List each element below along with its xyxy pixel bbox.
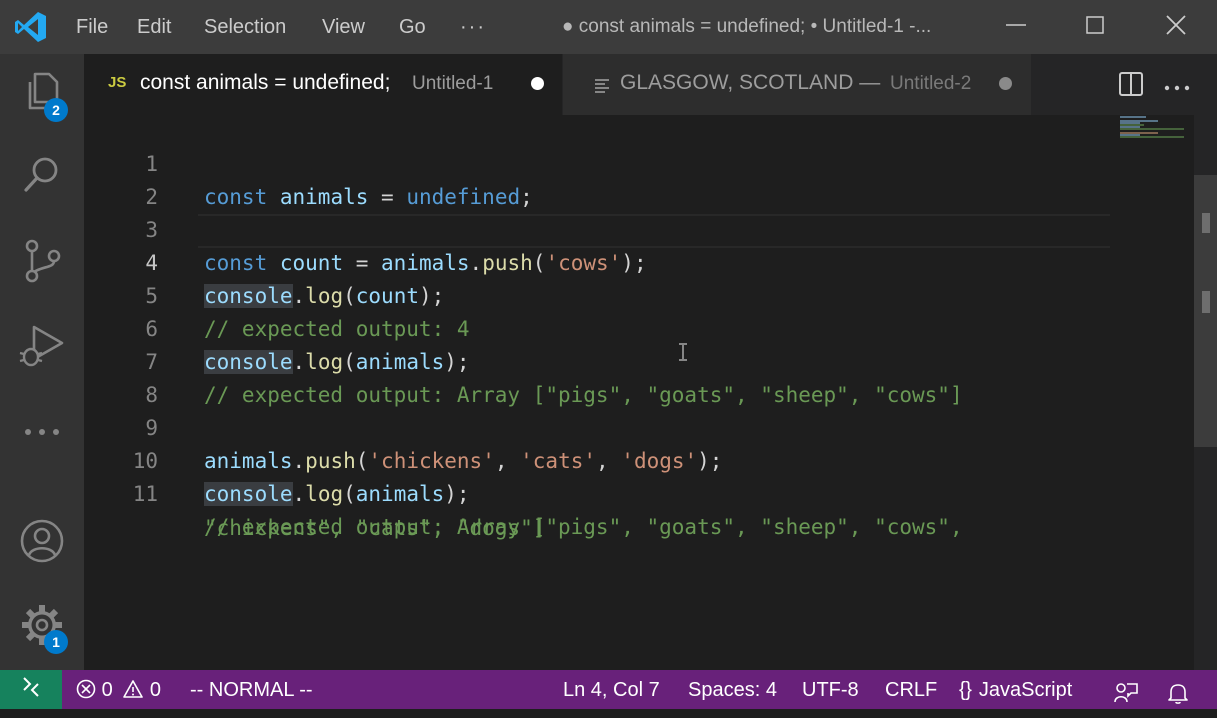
problems-button[interactable]: 0 0 [76,670,161,709]
menu-selection[interactable]: Selection [204,0,286,54]
code-line: 7 // expected output: Array ["pigs", "go… [84,313,1114,407]
tab-description: Untitled-1 [412,73,494,94]
code-editor[interactable]: 1 const animals = undefined; 2 3 const c… [84,115,1217,670]
code-line-current: 4 console.log(count); [84,214,1114,308]
explorer-badge: 2 [44,98,68,122]
close-window-button[interactable] [1146,0,1206,54]
unsaved-dot-icon[interactable] [531,77,544,90]
status-bar: 0 0 -- NORMAL -- Ln 4, Col 7 Spaces: 4 U… [0,670,1217,709]
unsaved-dot-icon[interactable] [999,77,1012,90]
language-mode-button[interactable]: { } JavaScript [959,670,1072,709]
menu-more[interactable]: ··· [460,0,486,54]
search-button[interactable] [0,144,84,210]
search-icon [21,154,63,200]
code-line: 3 const count = animals.push('cows'); [84,181,1114,275]
tab-untitled-1[interactable]: JS const animals = undefined; Untitled-1 [84,54,562,115]
manage-button[interactable]: 1 [0,594,84,660]
code-line: 8 [84,346,1114,407]
warning-count: 0 [149,679,161,701]
ellipsis-icon [22,422,62,441]
menu-view[interactable]: View [322,0,365,54]
text-lines-icon [595,76,609,100]
feedback-button[interactable] [1114,678,1138,717]
split-editor-button[interactable] [1118,71,1144,97]
menu-file[interactable]: File [76,0,108,54]
activity-bar: 2 1 [0,54,84,670]
minimap[interactable] [1118,115,1194,139]
code-line: 9 animals.push('chickens', 'cats', 'dogs… [84,379,1114,473]
code-line: 2 [84,148,1114,209]
line-ending-button[interactable]: CRLF [885,670,937,709]
settings-badge: 1 [44,630,68,654]
error-icon [76,673,96,713]
scrollbar-marker [1202,291,1210,313]
vscode-logo-icon [14,10,48,44]
language-label: JavaScript [978,679,1073,701]
code-line: 6 console.log(animals); [84,280,1114,374]
warning-icon [122,673,144,713]
encoding-button[interactable]: UTF-8 [802,670,859,709]
explorer-button[interactable]: 2 [0,60,84,126]
tab-untitled-2[interactable]: GLASGOW, SCOTLAND — Untitled-2 [563,54,1031,115]
run-debug-button[interactable] [0,314,84,380]
javascript-file-icon: JS [108,74,127,91]
window-title: ● const animals = undefined; • Untitled-… [562,16,932,37]
minimize-icon [1005,14,1027,40]
ellipsis-icon [1164,79,1190,98]
title-bar: File Edit Selection View Go ··· ● const … [0,0,1217,54]
remote-icon [20,676,42,704]
scrollbar-marker [1202,213,1210,233]
cursor-position-button[interactable]: Ln 4, Col 7 [563,670,660,709]
account-icon [19,518,65,568]
code-line-wrapped: "chickens", "cats", "dogs"] [84,479,1114,540]
editor-tab-bar: JS const animals = undefined; Untitled-1… [84,54,1217,115]
source-control-icon [21,238,63,288]
braces-icon: { } [959,679,972,701]
minimize-button[interactable] [986,0,1046,54]
remote-indicator-button[interactable] [0,670,62,709]
tab-label: GLASGOW, SCOTLAND — [620,71,881,94]
code-line: 1 const animals = undefined; [84,115,1114,209]
menu-edit[interactable]: Edit [137,0,171,54]
more-actions-button[interactable] [1164,79,1190,91]
text-cursor-icon [678,343,688,365]
maximize-icon [1084,14,1106,40]
code-line: 11 // expected output: Array ["pigs", "g… [84,445,1114,539]
code-line: 10 console.log(animals); [84,412,1114,506]
error-count: 0 [101,679,113,701]
vertical-scrollbar[interactable] [1194,115,1217,670]
code-line: 5 // expected output: 4 [84,247,1114,341]
run-debug-icon [18,321,66,373]
close-icon [1165,14,1187,40]
source-control-button[interactable] [0,230,84,296]
menu-go[interactable]: Go [399,0,426,54]
feedback-icon [1114,683,1138,709]
more-views-button[interactable] [0,398,84,464]
vim-mode: -- NORMAL -- [190,679,313,701]
tab-label: const animals = undefined; [140,71,391,94]
tab-description: Untitled-2 [890,73,972,94]
maximize-button[interactable] [1065,0,1125,54]
bell-icon [1167,684,1189,709]
notifications-button[interactable] [1167,678,1189,717]
indentation-button[interactable]: Spaces: 4 [688,670,777,709]
comment: "chickens", "cats", "dogs"] [204,516,546,540]
split-editor-icon [1118,72,1144,101]
accounts-button[interactable] [0,510,84,576]
